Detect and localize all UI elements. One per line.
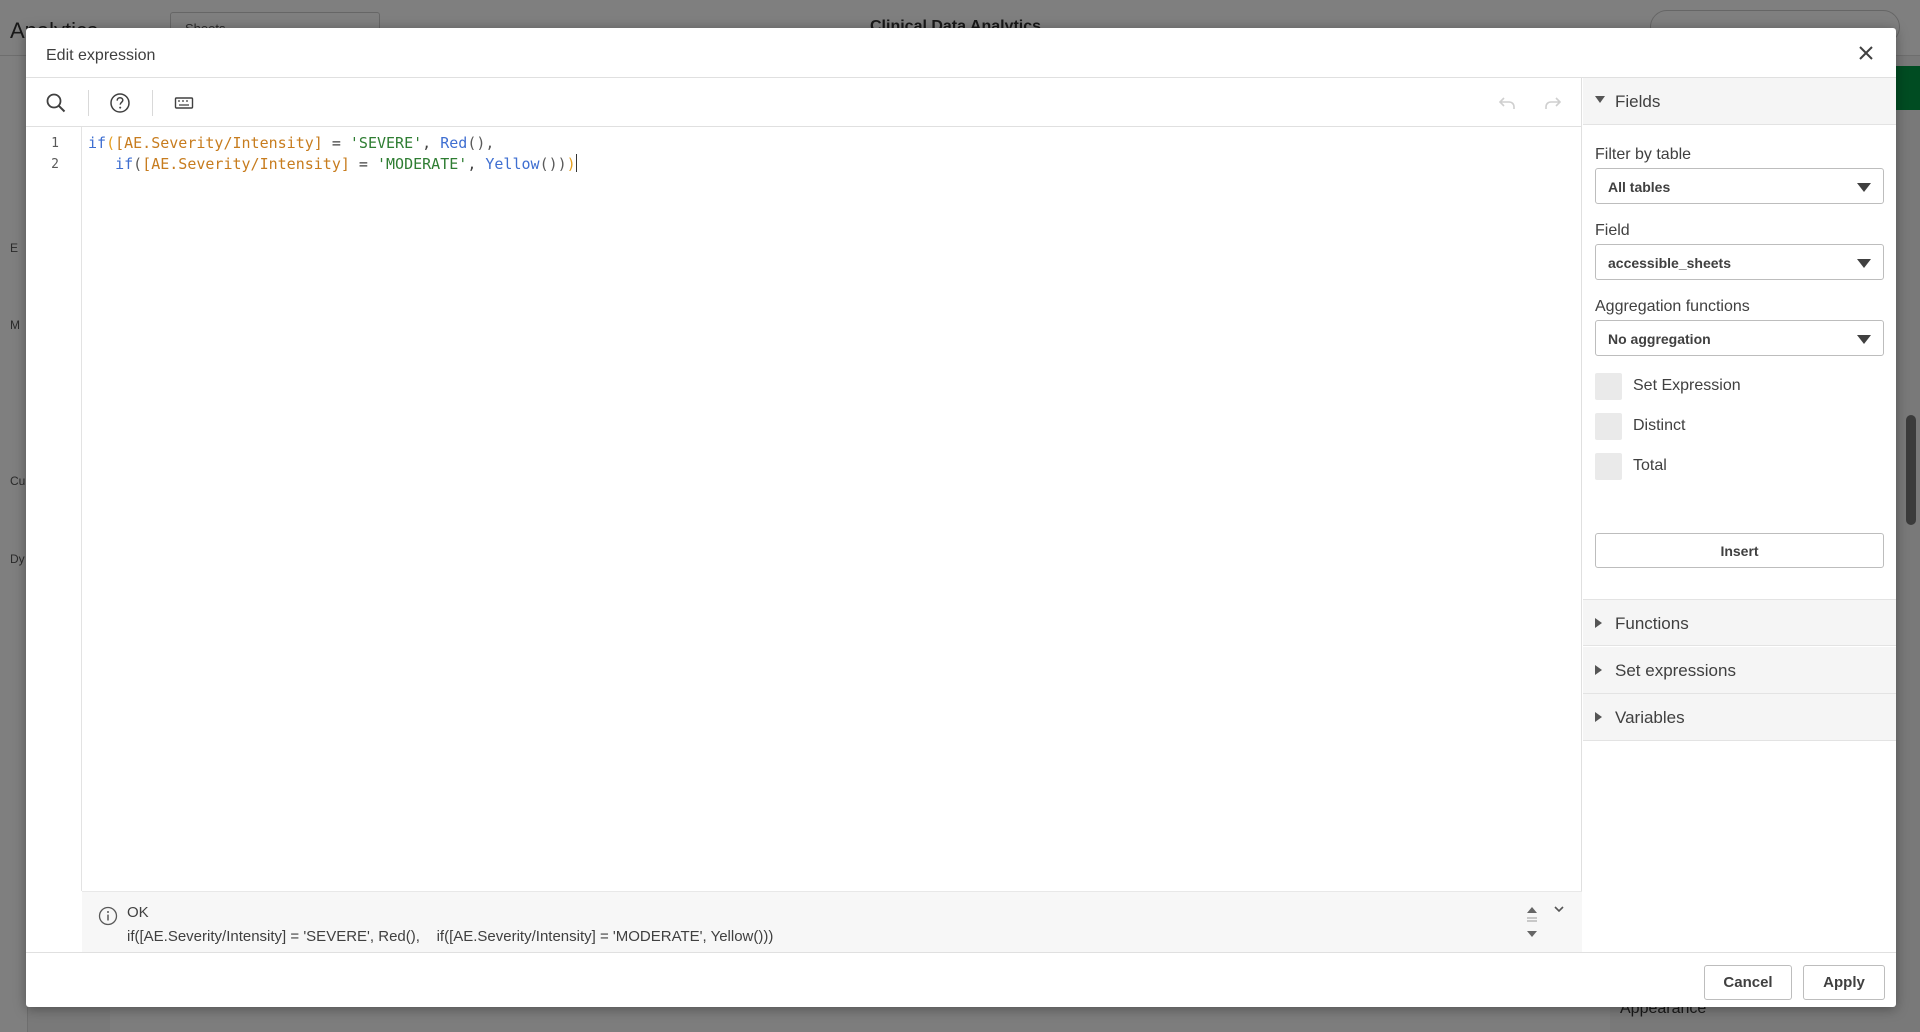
set-expression-checkbox[interactable]: Set Expression — [1595, 373, 1884, 400]
checkbox-box[interactable] — [1595, 413, 1622, 440]
aggregation-select[interactable]: No aggregation — [1595, 320, 1884, 356]
triangle-right-icon — [1595, 712, 1602, 722]
accordion-label: Fields — [1615, 92, 1661, 111]
checkbox-label: Total — [1633, 457, 1667, 474]
fields-sidebar: Fields Filter by table All tables Field … — [1583, 78, 1896, 952]
code-token-operator: = — [322, 134, 350, 152]
code-token-paren: ()) — [539, 155, 567, 173]
select-value: No aggregation — [1608, 331, 1711, 347]
dialog-title: Edit expression — [46, 47, 156, 64]
filter-by-table-select[interactable]: All tables — [1595, 168, 1884, 204]
code-token-function: if — [88, 134, 107, 152]
code-token-field: [AE.Severity/Intensity] — [115, 134, 323, 152]
undo-icon[interactable] — [1492, 88, 1522, 118]
status-text: OK — [127, 904, 149, 921]
accordion-functions[interactable]: Functions — [1583, 599, 1896, 646]
chevron-down-icon[interactable] — [1552, 902, 1566, 916]
info-icon — [98, 906, 118, 926]
code-token-separator: , — [467, 155, 486, 173]
close-icon[interactable] — [1854, 41, 1878, 65]
code-token-separator: , — [422, 134, 441, 152]
aggregation-label: Aggregation functions — [1595, 298, 1750, 315]
checkbox-label: Distinct — [1633, 417, 1686, 434]
code-token-paren: ( — [133, 155, 143, 173]
dialog-footer: Cancel Apply — [26, 952, 1896, 1007]
help-circle-icon[interactable] — [105, 88, 135, 118]
expression-code-input[interactable]: if([AE.Severity/Intensity] = 'SEVERE', R… — [88, 127, 1582, 891]
apply-button[interactable]: Apply — [1803, 965, 1885, 1000]
select-value: accessible_sheets — [1608, 255, 1731, 271]
code-line-2: if([AE.Severity/Intensity] = 'MODERATE',… — [88, 154, 577, 175]
code-token-paren-highlight: ) — [566, 155, 576, 173]
triangle-down-icon — [1595, 96, 1605, 103]
code-token-function: if — [115, 155, 134, 173]
toolbar-separator — [152, 90, 153, 116]
accordion-set-expressions[interactable]: Set expressions — [1583, 647, 1896, 694]
checkbox-box[interactable] — [1595, 373, 1622, 400]
total-checkbox[interactable]: Total — [1595, 453, 1884, 480]
field-select[interactable]: accessible_sheets — [1595, 244, 1884, 280]
code-token-operator: = — [349, 155, 377, 173]
field-label: Field — [1595, 222, 1630, 239]
code-token-paren-highlight: ( — [106, 134, 116, 152]
caret-down-icon — [1857, 335, 1871, 344]
accordion-label: Functions — [1615, 614, 1689, 633]
redo-icon[interactable] — [1538, 88, 1568, 118]
cancel-button[interactable]: Cancel — [1704, 965, 1792, 1000]
accordion-label: Variables — [1615, 708, 1685, 727]
status-expression-preview: if([AE.Severity/Intensity] = 'SEVERE', R… — [127, 928, 774, 945]
triangle-right-icon — [1595, 618, 1602, 628]
accordion-variables[interactable]: Variables — [1583, 694, 1896, 741]
line-number: 2 — [51, 157, 59, 172]
toolbar-separator — [88, 90, 89, 116]
line-number: 1 — [51, 136, 59, 151]
code-token-string: 'MODERATE' — [377, 155, 468, 173]
select-value: All tables — [1608, 179, 1671, 195]
caret-down-icon — [1857, 259, 1871, 268]
code-line-1: if([AE.Severity/Intensity] = 'SEVERE', R… — [88, 133, 494, 154]
code-token-function: Red — [440, 134, 468, 152]
text-cursor — [575, 154, 577, 172]
checkbox-label: Set Expression — [1633, 377, 1741, 394]
keyboard-icon[interactable] — [169, 88, 199, 118]
insert-button[interactable]: Insert — [1595, 533, 1884, 568]
edit-expression-dialog: Edit expression 1 2 if([AE.Severity/Inte… — [26, 28, 1896, 1007]
expression-status-bar: OK if([AE.Severity/Intensity] = 'SEVERE'… — [82, 891, 1582, 952]
accordion-label: Set expressions — [1615, 661, 1736, 680]
caret-down-icon — [1857, 183, 1871, 192]
accordion-fields[interactable]: Fields — [1583, 78, 1896, 125]
dialog-header: Edit expression — [26, 28, 1896, 78]
triangle-right-icon — [1595, 665, 1602, 675]
expression-editor-area: 1 2 if([AE.Severity/Intensity] = 'SEVERE… — [26, 78, 1582, 952]
filter-by-table-label: Filter by table — [1595, 146, 1692, 163]
line-number-gutter: 1 2 — [26, 127, 82, 891]
code-token-string: 'SEVERE' — [349, 134, 423, 152]
status-scroll-arrows-icon[interactable] — [1524, 904, 1540, 944]
code-token-paren: (), — [467, 134, 495, 152]
distinct-checkbox[interactable]: Distinct — [1595, 413, 1884, 440]
code-token-function: Yellow — [485, 155, 540, 173]
search-icon[interactable] — [41, 88, 71, 118]
checkbox-box[interactable] — [1595, 453, 1622, 480]
editor-toolbar — [26, 78, 1582, 127]
code-token-field: [AE.Severity/Intensity] — [142, 155, 350, 173]
